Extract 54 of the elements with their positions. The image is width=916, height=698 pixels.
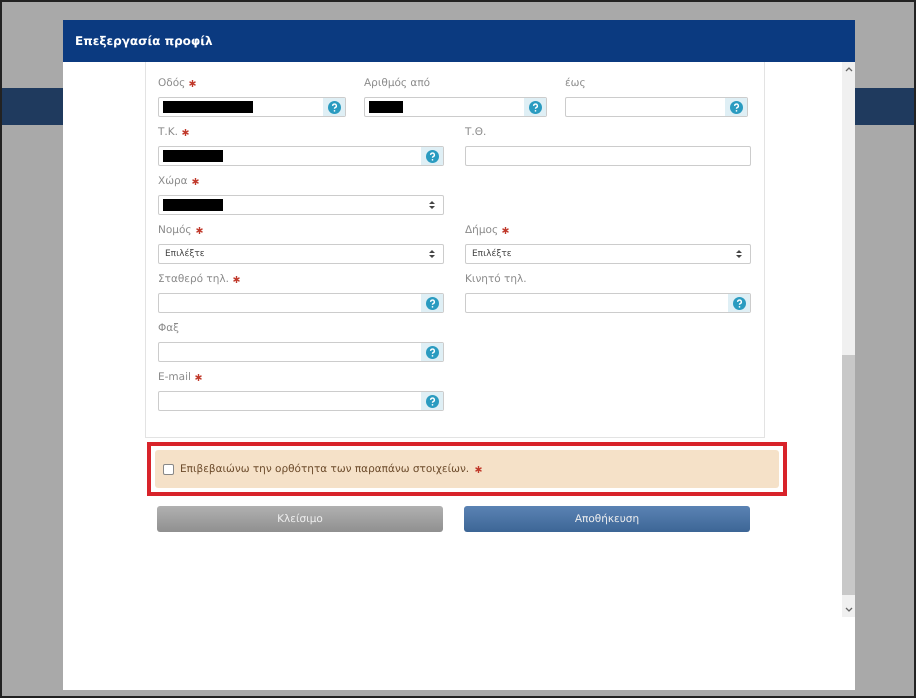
field-label: Τ.Κ. — [158, 126, 178, 138]
required-icon — [232, 276, 240, 282]
help-button[interactable] — [421, 294, 443, 312]
select-caret-icon — [429, 201, 435, 209]
dialog-title: Επεξεργασία προφίλ — [75, 34, 213, 48]
field-label: E-mail — [158, 371, 191, 383]
field-label: Τ.Θ. — [465, 126, 486, 138]
field-label: Οδός — [158, 77, 186, 89]
field-label: Κινητό τηλ. — [465, 273, 527, 285]
help-button[interactable] — [421, 147, 443, 165]
field-label: Αριθμός από — [364, 77, 430, 89]
input-field[interactable] — [364, 97, 547, 117]
required-icon — [182, 128, 189, 136]
select-field[interactable]: Επιλέξτε — [465, 244, 751, 264]
checkbox[interactable] — [163, 464, 174, 474]
scrollbar-thumb[interactable] — [842, 355, 855, 595]
scroll-down-icon[interactable] — [844, 607, 852, 613]
help-button[interactable] — [728, 294, 750, 312]
input-field[interactable] — [158, 342, 444, 362]
scroll-up-icon[interactable] — [844, 66, 852, 72]
help-button[interactable] — [323, 98, 345, 116]
input-field[interactable] — [158, 391, 444, 411]
input-field[interactable] — [465, 293, 751, 313]
required-icon — [192, 178, 199, 184]
field-label: Νομός — [158, 224, 192, 236]
scrollbar[interactable] — [842, 62, 855, 617]
help-button[interactable] — [421, 343, 443, 361]
select-caret-icon — [429, 250, 435, 258]
field-label: Σταθερό τηλ. — [158, 273, 229, 285]
input-field[interactable] — [465, 146, 751, 166]
field-label: Χώρα — [158, 175, 188, 187]
help-button[interactable] — [524, 98, 546, 116]
select-caret-icon — [736, 250, 742, 258]
field-label: Δήμος — [465, 224, 498, 236]
input-field[interactable] — [158, 97, 346, 117]
required-icon — [196, 226, 203, 234]
redacted-block — [369, 101, 403, 113]
required-icon — [194, 374, 202, 380]
required-icon — [475, 466, 482, 472]
input-field[interactable] — [565, 97, 748, 117]
select-field[interactable]: Επιλέξτε — [158, 244, 444, 264]
help-button[interactable] — [725, 98, 747, 116]
help-button[interactable] — [421, 392, 443, 410]
select-field[interactable] — [158, 195, 444, 215]
required-icon — [189, 80, 196, 86]
confirmation-text: Επιβεβαιώνω την ορθότητα των παραπάνω στοιχείων. — [180, 463, 470, 475]
input-field[interactable] — [158, 293, 444, 313]
save-button[interactable]: Αποθήκευση — [464, 506, 750, 532]
field-label: Φαξ — [158, 322, 180, 334]
redacted-block — [163, 199, 223, 211]
redacted-block — [163, 150, 223, 162]
required-icon — [502, 226, 510, 234]
input-field[interactable] — [158, 146, 444, 166]
field-label: έως — [565, 77, 586, 89]
